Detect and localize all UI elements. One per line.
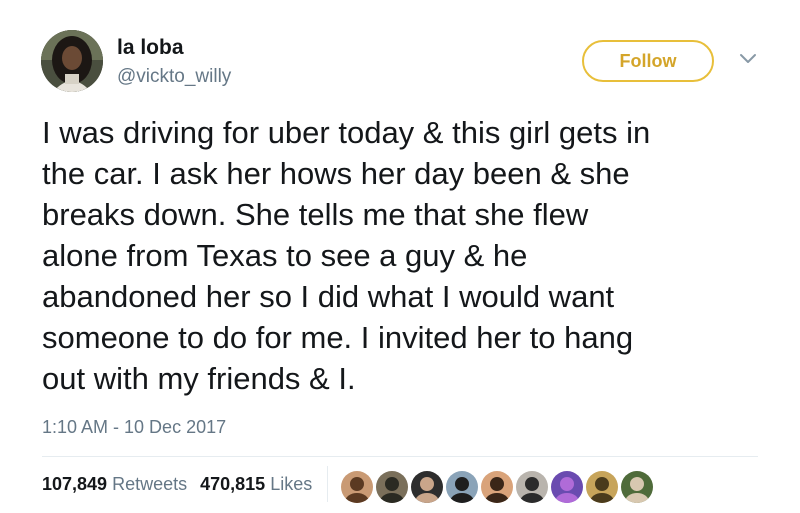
tweet-text-line: the car. I ask her hows her day been & s… [42,156,630,191]
liker-avatar[interactable] [375,470,409,504]
tweet-text-line: breaks down. She tells me that she flew [42,197,589,232]
liker-avatar[interactable] [585,470,619,504]
likes-count: 470,815 [200,474,266,494]
tweet-timestamp[interactable]: 1:10 AM - 10 Dec 2017 [42,417,226,438]
tweet-text-line: alone from Texas to see a guy & he [42,238,528,273]
liker-avatar[interactable] [445,470,479,504]
retweets-stat[interactable]: 107,849 Retweets [42,474,187,495]
tweet-text-line: abandoned her so I did what I would want [42,279,615,314]
retweets-count: 107,849 [42,474,108,494]
tweet-text: I was driving for uber today & this girl… [42,112,762,399]
chevron-down-icon[interactable] [739,53,757,65]
tweet-card: la loba @vickto_willy Follow I was drivi… [0,0,800,513]
liker-avatar[interactable] [515,470,549,504]
liker-avatar[interactable] [410,470,444,504]
display-name[interactable]: la loba [117,36,184,60]
follow-button[interactable]: Follow [582,40,714,82]
liker-avatar[interactable] [550,470,584,504]
follow-button-label: Follow [619,50,677,71]
tweet-stats: 107,849 Retweets 470,815 Likes [42,474,312,495]
username-handle[interactable]: @vickto_willy [117,66,231,88]
likes-stat[interactable]: 470,815 Likes [200,474,312,495]
tweet-text-line: out with my friends & I. [42,361,356,396]
liker-avatar[interactable] [620,470,654,504]
liker-avatar[interactable] [340,470,374,504]
likes-label: Likes [270,474,313,494]
liker-avatar[interactable] [480,470,514,504]
avatar-image [41,30,103,92]
tweet-text-line: I was driving for uber today & this girl… [42,115,651,150]
tweet-text-line: someone to do for me. I invited her to h… [42,320,634,355]
avatar[interactable] [41,30,103,92]
divider [42,456,758,457]
stats-divider [327,466,328,502]
retweets-label: Retweets [112,474,188,494]
